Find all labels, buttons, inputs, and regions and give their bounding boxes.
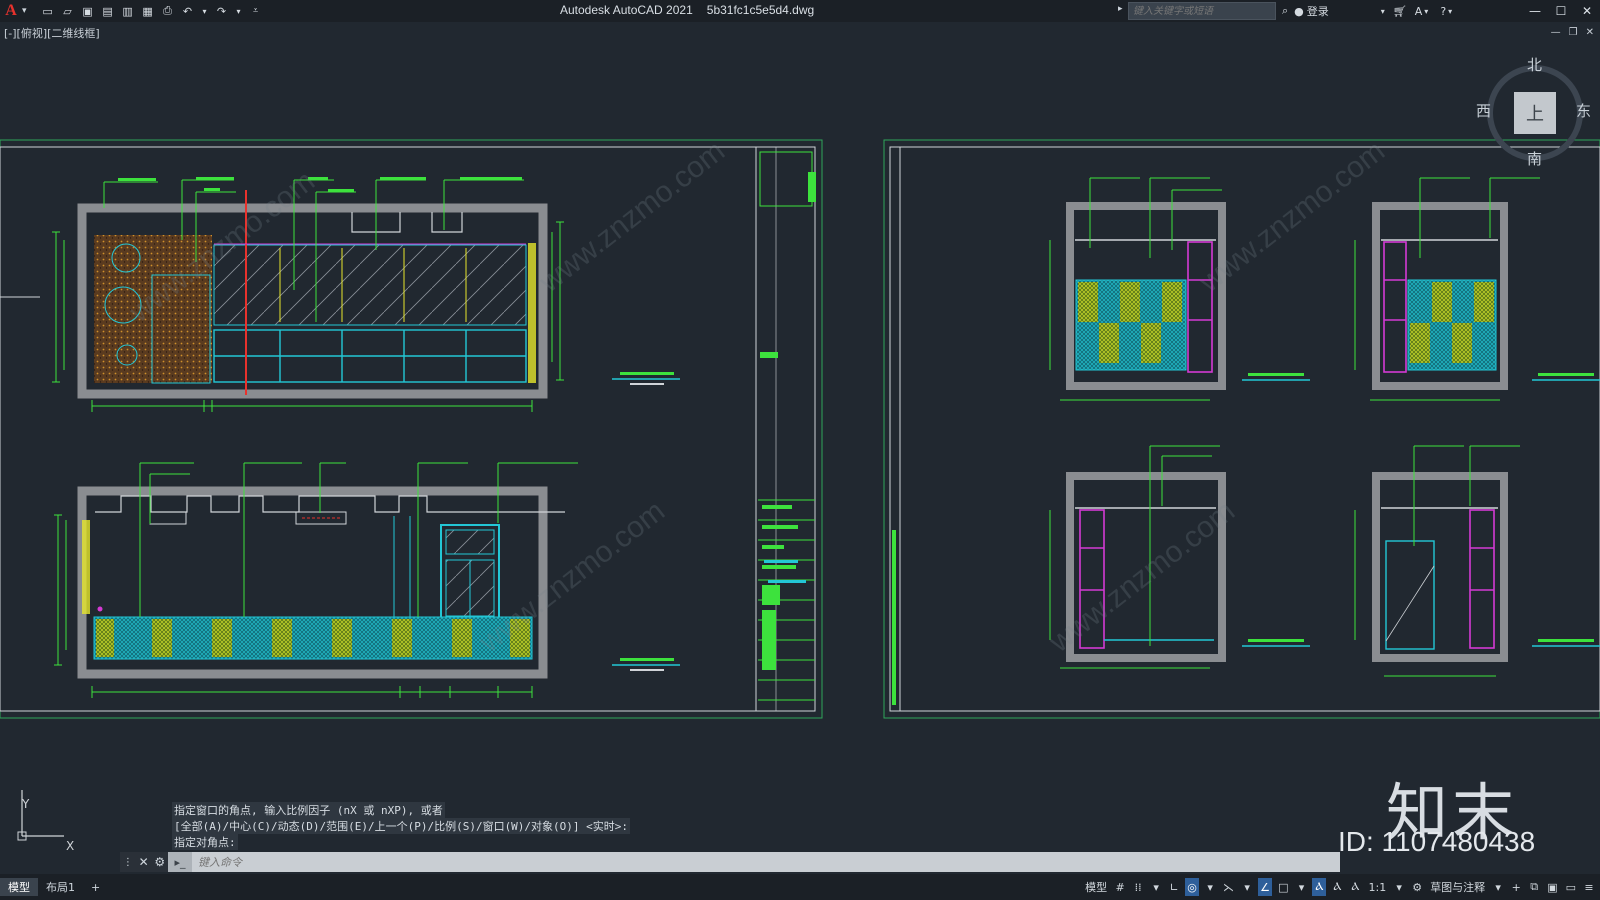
ortho-icon[interactable]: ∟ [1167, 878, 1181, 896]
workspace-gear-icon[interactable]: ⚙ [1410, 878, 1424, 896]
compass-south[interactable]: 南 [1527, 148, 1542, 169]
tab-model[interactable]: 模型 [0, 878, 38, 896]
plus-icon[interactable]: + [1509, 878, 1523, 896]
drawing-canvas[interactable] [0, 0, 1600, 900]
object-snap-icon[interactable]: □ [1276, 878, 1290, 896]
command-line: ⋮ ✕ ⚙ ▸_ [120, 852, 1340, 872]
viewcube[interactable]: 上 北 南 西 东 [1476, 56, 1591, 169]
title-block-logo-box [759, 151, 813, 207]
command-grip-icon[interactable]: ⋮ [123, 857, 133, 868]
ucs-x-label: X [66, 839, 75, 853]
polar-dropdown-icon[interactable]: ▾ [1203, 878, 1217, 896]
title-block-bar [808, 172, 816, 202]
command-prompt-icon[interactable]: ▸_ [168, 852, 192, 872]
title-block-cyan [764, 560, 798, 563]
object-snap-dropdown-icon[interactable]: ▾ [1294, 878, 1308, 896]
add-layout-button[interactable]: + [83, 878, 108, 896]
customize-menu-icon[interactable]: ≡ [1582, 878, 1596, 896]
tab-layout1[interactable]: 布局1 [38, 878, 83, 896]
command-close-icon[interactable]: ✕ [139, 855, 149, 869]
command-settings-icon[interactable]: ⚙ [154, 855, 165, 869]
compass-east[interactable]: 东 [1576, 100, 1591, 121]
cabinet-elevation-1 [1049, 177, 1310, 401]
isodraft-icon[interactable]: ⋋ [1221, 878, 1236, 896]
title-block-fills [762, 505, 798, 670]
object-snap-tracking-icon[interactable]: ∠ [1258, 878, 1273, 896]
resource-id: ID: 1107480438 [1338, 826, 1536, 857]
auto-scale-icon[interactable]: Ⲁ [1330, 878, 1344, 896]
compass-west[interactable]: 西 [1476, 100, 1491, 121]
scale-dropdown-icon[interactable]: ▾ [1392, 878, 1406, 896]
isodraft-dropdown-icon[interactable]: ▾ [1240, 878, 1254, 896]
title-block-mark [760, 352, 778, 358]
command-history-line: 指定对角点: [172, 834, 238, 850]
cabinet-elevation-4 [1354, 445, 1600, 677]
annotation-visibility-icon[interactable]: Ⲁ [1312, 878, 1327, 896]
viewcube-top-face[interactable]: 上 [1514, 92, 1556, 134]
grid-icon[interactable]: # [1113, 878, 1127, 896]
elevation-a [52, 177, 680, 412]
ucs-y-label: Y [22, 797, 30, 811]
polar-tracking-icon[interactable]: ◎ [1185, 878, 1200, 896]
model-space-button[interactable]: 模型 [1083, 878, 1109, 896]
status-toggles: 模型 # ⁞⁞ ▾ ∟ ◎ ▾ ⋋ ▾ ∠ □ ▾ Ⲁ Ⲁ Ⲁ 1:1 ▾ ⚙ … [1083, 876, 1596, 898]
crosshair-cursor [0, 258, 40, 338]
command-history-line: 指定窗口的角点, 输入比例因子 (nX 或 nXP), 或者 [172, 802, 445, 818]
title-block-cyan-2 [768, 580, 806, 583]
sheet-right-outer [883, 139, 1600, 719]
cabinet-elevation-3 [1049, 445, 1310, 669]
clean-screen-icon[interactable]: ▭ [1564, 878, 1578, 896]
command-line-tools: ⋮ ✕ ⚙ [120, 852, 168, 872]
snap-dropdown-icon[interactable]: ▾ [1149, 878, 1163, 896]
compass-north[interactable]: 北 [1527, 54, 1542, 75]
command-input[interactable] [192, 852, 1340, 872]
annotation-scale-icon[interactable]: Ⲁ [1348, 878, 1362, 896]
annotation-scale-value[interactable]: 1:1 [1366, 878, 1388, 896]
ucs-icon [17, 790, 64, 841]
workspace-switch[interactable]: 草图与注释 [1428, 878, 1487, 896]
elevation-b [54, 462, 680, 698]
workspace-dropdown-icon[interactable]: ▾ [1491, 878, 1505, 896]
isolate-objects-icon[interactable]: ▣ [1545, 878, 1559, 896]
units-icon[interactable]: ⧉ [1527, 878, 1541, 896]
snap-icon[interactable]: ⁞⁞ [1131, 878, 1145, 896]
layout-tabs: 模型 布局1 + [0, 876, 108, 898]
command-history-line: [全部(A)/中心(C)/动态(D)/范围(E)/上一个(P)/比例(S)/窗口… [172, 818, 631, 834]
cabinet-elevation-2 [1354, 177, 1600, 401]
